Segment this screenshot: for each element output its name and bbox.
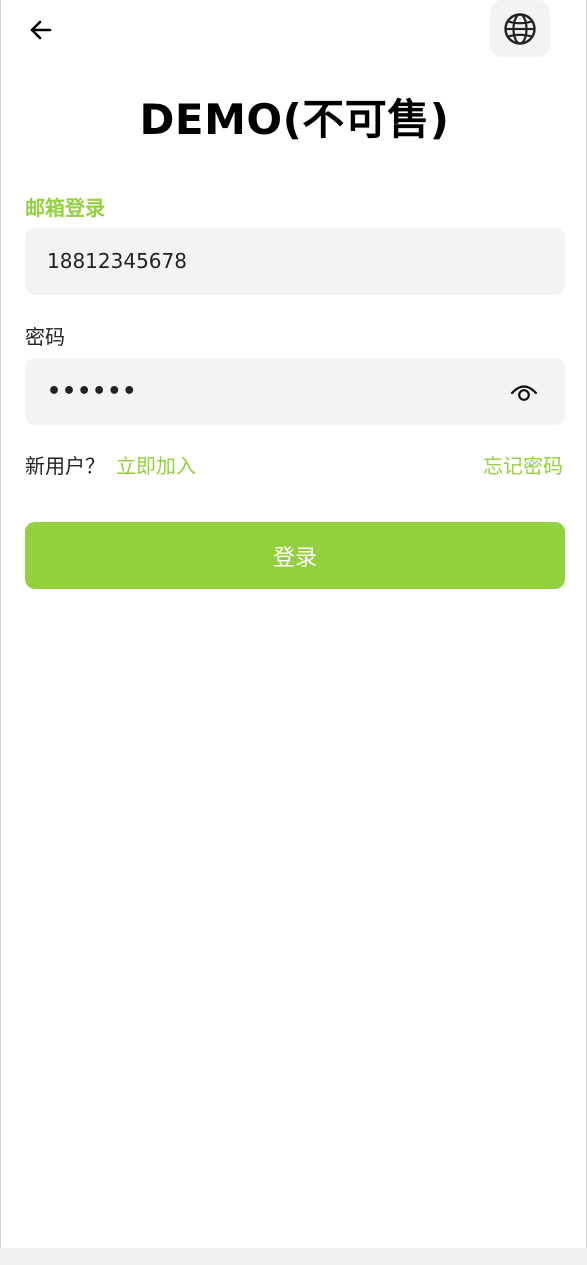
login-button[interactable]: 登录: [25, 522, 565, 589]
globe-icon: [504, 12, 536, 45]
page-title: DEMO(不可售): [139, 95, 450, 144]
toggle-password-visibility-button[interactable]: [509, 378, 539, 406]
login-mode-label[interactable]: 邮箱登录: [25, 192, 105, 221]
password-field[interactable]: ••••••: [25, 358, 565, 425]
join-now-link[interactable]: 立即加入: [116, 450, 196, 479]
arrow-left-icon: [30, 20, 52, 40]
eye-icon: [510, 385, 538, 401]
account-field[interactable]: [25, 228, 565, 295]
bottom-bar: [0, 1248, 587, 1265]
language-button[interactable]: [490, 0, 550, 57]
new-user-text: 新用户？: [25, 454, 105, 478]
login-screen: DEMO(不可售) 邮箱登录 密码 •••••• 新用户？ 立即加入 忘记密码 …: [0, 0, 587, 1248]
back-button[interactable]: [23, 12, 59, 48]
password-input[interactable]: ••••••: [47, 358, 137, 425]
account-input[interactable]: [47, 228, 487, 295]
password-label: 密码: [25, 325, 65, 349]
forgot-password-link[interactable]: 忘记密码: [483, 450, 563, 479]
account-links-row: 新用户？ 立即加入 忘记密码: [25, 450, 565, 478]
